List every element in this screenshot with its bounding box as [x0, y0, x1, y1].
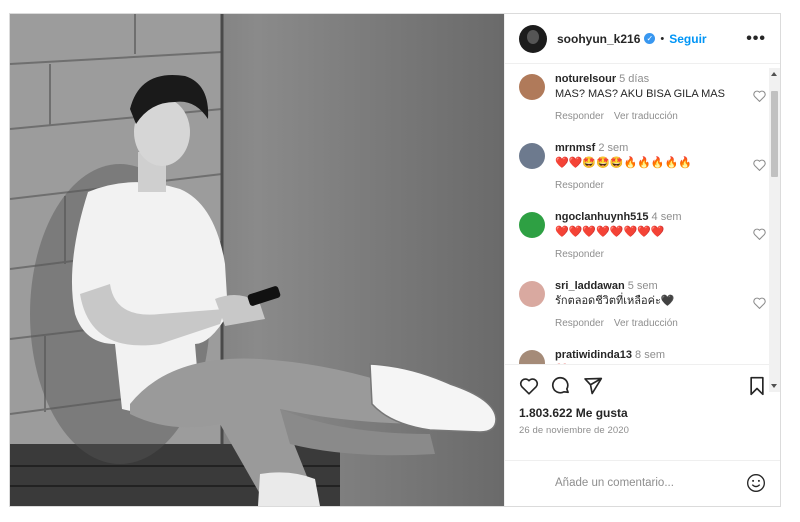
- comment-like-heart-icon[interactable]: [753, 228, 766, 243]
- comment-time[interactable]: 5 días: [619, 73, 649, 85]
- comment-time[interactable]: 2 sem: [598, 142, 628, 154]
- comment-like-heart-icon[interactable]: [753, 297, 766, 312]
- comment-avatar[interactable]: [519, 350, 545, 365]
- more-icon[interactable]: •••: [746, 30, 766, 48]
- comment-avatar[interactable]: [519, 74, 545, 101]
- bookmark-icon[interactable]: [748, 376, 766, 396]
- comment-icon[interactable]: [551, 376, 571, 396]
- comment-like-heart-icon[interactable]: [753, 90, 766, 105]
- follow-button[interactable]: Seguir: [669, 32, 706, 46]
- likes-count[interactable]: 1.803.622 Me gusta: [519, 406, 766, 420]
- comment-username[interactable]: pratiwidinda13: [555, 349, 632, 361]
- comment-item: noturelsour 5 días MAS? MAS? AKU BISA GIL…: [519, 72, 766, 141]
- comment-time[interactable]: 4 sem: [652, 211, 682, 223]
- header-separator: •: [660, 32, 665, 45]
- comment-item: mrnmsf 2 sem ❤️❤️🤩🤩🤩🔥🔥🔥🔥🔥 Responder: [519, 141, 766, 210]
- translate-button[interactable]: Ver traducción: [614, 318, 678, 329]
- comment-item: ngoclanhuynh515 4 sem ❤️❤️❤️❤️❤️❤️❤️❤️ Re…: [519, 210, 766, 279]
- scroll-up-arrow-icon[interactable]: [771, 72, 777, 76]
- comment-input[interactable]: [555, 477, 746, 490]
- comment-username[interactable]: sri_laddawan: [555, 280, 625, 292]
- scroll-thumb[interactable]: [771, 91, 778, 177]
- reply-button[interactable]: Responder: [555, 249, 604, 260]
- comment-time[interactable]: 5 sem: [628, 280, 658, 292]
- emoji-icon[interactable]: [746, 473, 766, 493]
- post-photo[interactable]: [10, 14, 504, 506]
- translate-button[interactable]: Ver traducción: [614, 111, 678, 122]
- comment-avatar[interactable]: [519, 212, 545, 239]
- post-date[interactable]: 26 de noviembre de 2020: [519, 425, 766, 436]
- author-avatar[interactable]: [519, 24, 547, 53]
- verified-icon: ✓: [644, 33, 656, 45]
- post-actions: 1.803.622 Me gusta 26 de noviembre de 20…: [505, 364, 780, 459]
- reply-button[interactable]: Responder: [555, 318, 604, 329]
- comment-item: sri_laddawan 5 sem รักตลอดชีวิตที่เหลือค่…: [519, 279, 766, 348]
- comment-time[interactable]: 8 sem: [635, 349, 665, 361]
- comment-like-heart-icon[interactable]: [753, 159, 766, 174]
- author-username[interactable]: soohyun_k216: [557, 32, 640, 46]
- comment-text: ❤️❤️🤩🤩🤩🔥🔥🔥🔥🔥: [555, 157, 692, 170]
- heart-icon[interactable]: [519, 377, 539, 396]
- comment-username[interactable]: noturelsour: [555, 73, 616, 85]
- post-side-panel: soohyun_k216 ✓ • Seguir ••• noturelsour 5…: [504, 14, 780, 506]
- comment-avatar[interactable]: [519, 281, 545, 308]
- comment-username[interactable]: mrnmsf: [555, 142, 595, 154]
- comment-text: MAS? MAS? AKU BISA GILA MAS: [555, 88, 725, 101]
- reply-button[interactable]: Responder: [555, 180, 604, 191]
- comment-username[interactable]: ngoclanhuynh515: [555, 211, 649, 223]
- reply-button[interactable]: Responder: [555, 111, 604, 122]
- comments-list[interactable]: noturelsour 5 días MAS? MAS? AKU BISA GIL…: [505, 64, 780, 365]
- share-icon[interactable]: [583, 376, 603, 396]
- add-comment-bar: [505, 459, 780, 506]
- post-dialog: soohyun_k216 ✓ • Seguir ••• noturelsour 5…: [9, 13, 781, 507]
- comment-item: pratiwidinda138 sem ❤️: [519, 348, 752, 365]
- comment-text: ❤️: [555, 363, 752, 365]
- comments-scrollbar[interactable]: [769, 68, 780, 392]
- post-header: soohyun_k216 ✓ • Seguir •••: [505, 14, 780, 65]
- comment-avatar[interactable]: [519, 143, 545, 170]
- scroll-down-arrow-icon[interactable]: [771, 384, 777, 388]
- photo-image: [10, 14, 504, 506]
- comment-text: รักตลอดชีวิตที่เหลือค่ะ🖤: [555, 295, 675, 308]
- comment-text: ❤️❤️❤️❤️❤️❤️❤️❤️: [555, 226, 665, 239]
